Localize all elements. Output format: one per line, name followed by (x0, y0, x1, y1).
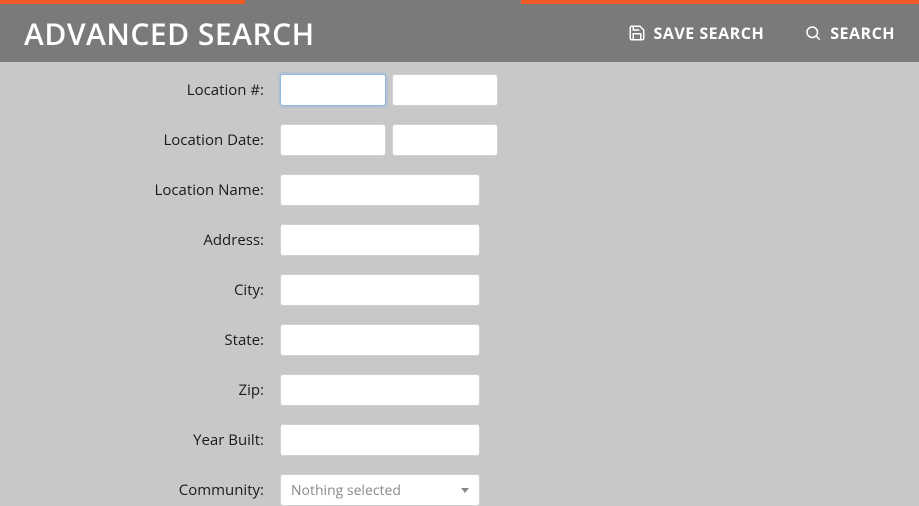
row-community: Community: Nothing selected (0, 474, 919, 506)
location-number-from-input[interactable] (280, 74, 386, 106)
search-button[interactable]: SEARCH (804, 22, 895, 44)
controls-location-date (280, 124, 498, 156)
label-city: City: (0, 280, 280, 300)
search-form: Location #: Location Date: Location Name… (0, 62, 919, 506)
address-input[interactable] (280, 224, 480, 256)
save-icon (628, 24, 646, 42)
community-select-placeholder: Nothing selected (291, 481, 401, 500)
row-address: Address: (0, 224, 919, 256)
search-label: SEARCH (830, 22, 895, 44)
label-community: Community: (0, 480, 280, 500)
community-select[interactable]: Nothing selected (280, 474, 480, 506)
row-state: State: (0, 324, 919, 356)
city-input[interactable] (280, 274, 480, 306)
location-name-input[interactable] (280, 174, 480, 206)
row-year-built: Year Built: (0, 424, 919, 456)
controls-location-number (280, 74, 498, 106)
page-title: ADVANCED SEARCH (24, 13, 628, 54)
location-date-to-input[interactable] (392, 124, 498, 156)
chevron-down-icon (461, 488, 469, 493)
label-location-name: Location Name: (0, 180, 280, 200)
label-year-built: Year Built: (0, 430, 280, 450)
controls-community: Nothing selected (280, 474, 480, 506)
page-header: ADVANCED SEARCH SAVE SEARCH SEARCH (0, 4, 919, 62)
search-icon (804, 24, 822, 42)
accent-segment (0, 0, 245, 4)
controls-year-built (280, 424, 480, 456)
save-search-button[interactable]: SAVE SEARCH (628, 22, 765, 44)
zip-input[interactable] (280, 374, 480, 406)
row-city: City: (0, 274, 919, 306)
label-address: Address: (0, 230, 280, 250)
controls-city (280, 274, 480, 306)
label-zip: Zip: (0, 380, 280, 400)
label-state: State: (0, 330, 280, 350)
header-actions: SAVE SEARCH SEARCH (628, 22, 896, 44)
year-built-input[interactable] (280, 424, 480, 456)
row-location-number: Location #: (0, 74, 919, 106)
row-location-date: Location Date: (0, 124, 919, 156)
row-location-name: Location Name: (0, 174, 919, 206)
label-location-date: Location Date: (0, 130, 280, 150)
controls-address (280, 224, 480, 256)
location-number-to-input[interactable] (392, 74, 498, 106)
top-accent-bar (0, 0, 919, 4)
accent-segment (245, 0, 521, 4)
save-search-label: SAVE SEARCH (654, 22, 765, 44)
accent-segment (521, 0, 919, 4)
location-date-from-input[interactable] (280, 124, 386, 156)
row-zip: Zip: (0, 374, 919, 406)
controls-zip (280, 374, 480, 406)
label-location-number: Location #: (0, 80, 280, 100)
state-input[interactable] (280, 324, 480, 356)
controls-state (280, 324, 480, 356)
controls-location-name (280, 174, 480, 206)
